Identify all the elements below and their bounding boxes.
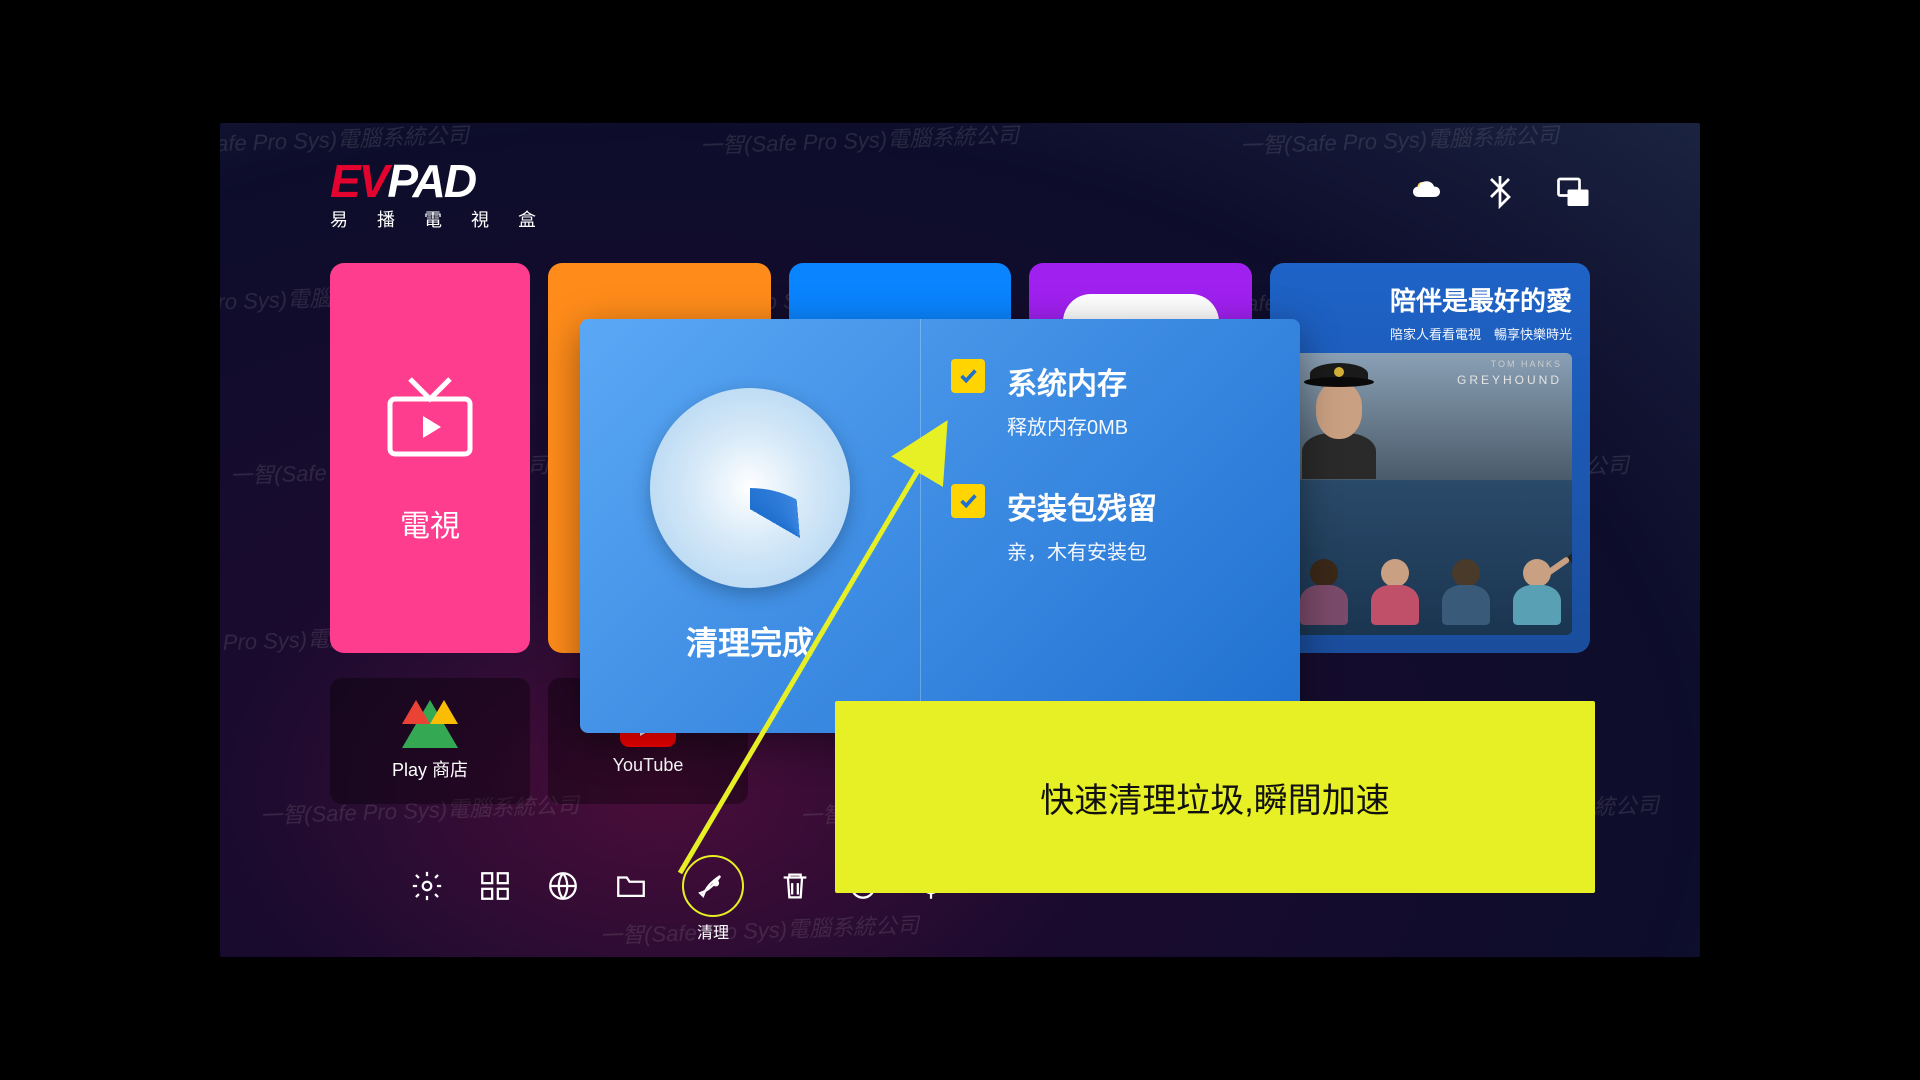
check-icon <box>951 359 985 393</box>
browser-button[interactable] <box>546 869 580 903</box>
radar-icon <box>650 388 850 588</box>
memory-detail: 释放内存0MB <box>1007 411 1128 440</box>
rocket-icon <box>696 869 730 903</box>
gear-icon <box>410 869 444 903</box>
clean-item-memory: 系统内存 释放内存0MB <box>951 359 1270 440</box>
grid-icon <box>478 869 512 903</box>
status-bar <box>1410 173 1590 214</box>
weather-icon <box>1410 173 1446 214</box>
packages-title: 安装包残留 <box>1007 484 1157 528</box>
launcher-screen: 一智(Safe Pro Sys)電腦系統公司 一智(Safe Pro Sys)電… <box>220 123 1700 957</box>
promo-actor: TOM HANKS <box>1491 359 1562 369</box>
play-store-icon <box>402 700 458 748</box>
trash-icon <box>778 869 812 903</box>
tip-text: 快速清理垃圾,瞬間加速 <box>1040 773 1389 822</box>
header: EVPAD 易 播 電 視 盒 <box>330 153 1590 233</box>
cleaner-dialog: 清理完成 系统内存 释放内存0MB 安装包残留 亲，木有安装包 <box>580 319 1300 733</box>
bluetooth-icon <box>1482 173 1518 214</box>
clean-item-packages: 安装包残留 亲，木有安装包 <box>951 484 1270 565</box>
app-play-store[interactable]: Play 商店 <box>330 678 530 804</box>
folder-icon <box>614 869 648 903</box>
annotation-tip: 快速清理垃圾,瞬間加速 <box>835 701 1595 893</box>
globe-icon <box>546 869 580 903</box>
tile-tv[interactable]: 電視 <box>330 263 530 653</box>
captain-figure <box>1296 363 1381 478</box>
settings-button[interactable] <box>410 869 444 903</box>
promo-title: 陪伴是最好的愛 <box>1390 281 1572 318</box>
check-icon <box>951 484 985 518</box>
brand-logo: EVPAD 易 播 電 視 盒 <box>330 154 548 232</box>
clean-button[interactable]: 清理 <box>682 855 744 917</box>
files-button[interactable] <box>614 869 648 903</box>
memory-title: 系统内存 <box>1007 359 1128 403</box>
promo-movie-title: GREYHOUND <box>1457 373 1562 387</box>
app-youtube-label: YouTube <box>613 755 684 776</box>
apps-button[interactable] <box>478 869 512 903</box>
clean-label: 清理 <box>697 919 729 943</box>
app-play-label: Play 商店 <box>392 756 468 782</box>
clean-status: 清理完成 <box>686 618 814 664</box>
trash-button[interactable] <box>778 869 812 903</box>
tile-promo[interactable]: 陪伴是最好的愛 陪家人看看電視 暢享快樂時光 TOM HANKS GREYHOU… <box>1270 263 1590 653</box>
promo-art: TOM HANKS GREYHOUND <box>1288 353 1572 635</box>
tile-tv-label: 電視 <box>400 501 460 545</box>
tv-icon <box>380 371 480 461</box>
packages-detail: 亲，木有安装包 <box>1007 536 1157 565</box>
network-icon <box>1554 173 1590 214</box>
promo-subtitle: 陪家人看看電視 暢享快樂時光 <box>1390 324 1572 343</box>
